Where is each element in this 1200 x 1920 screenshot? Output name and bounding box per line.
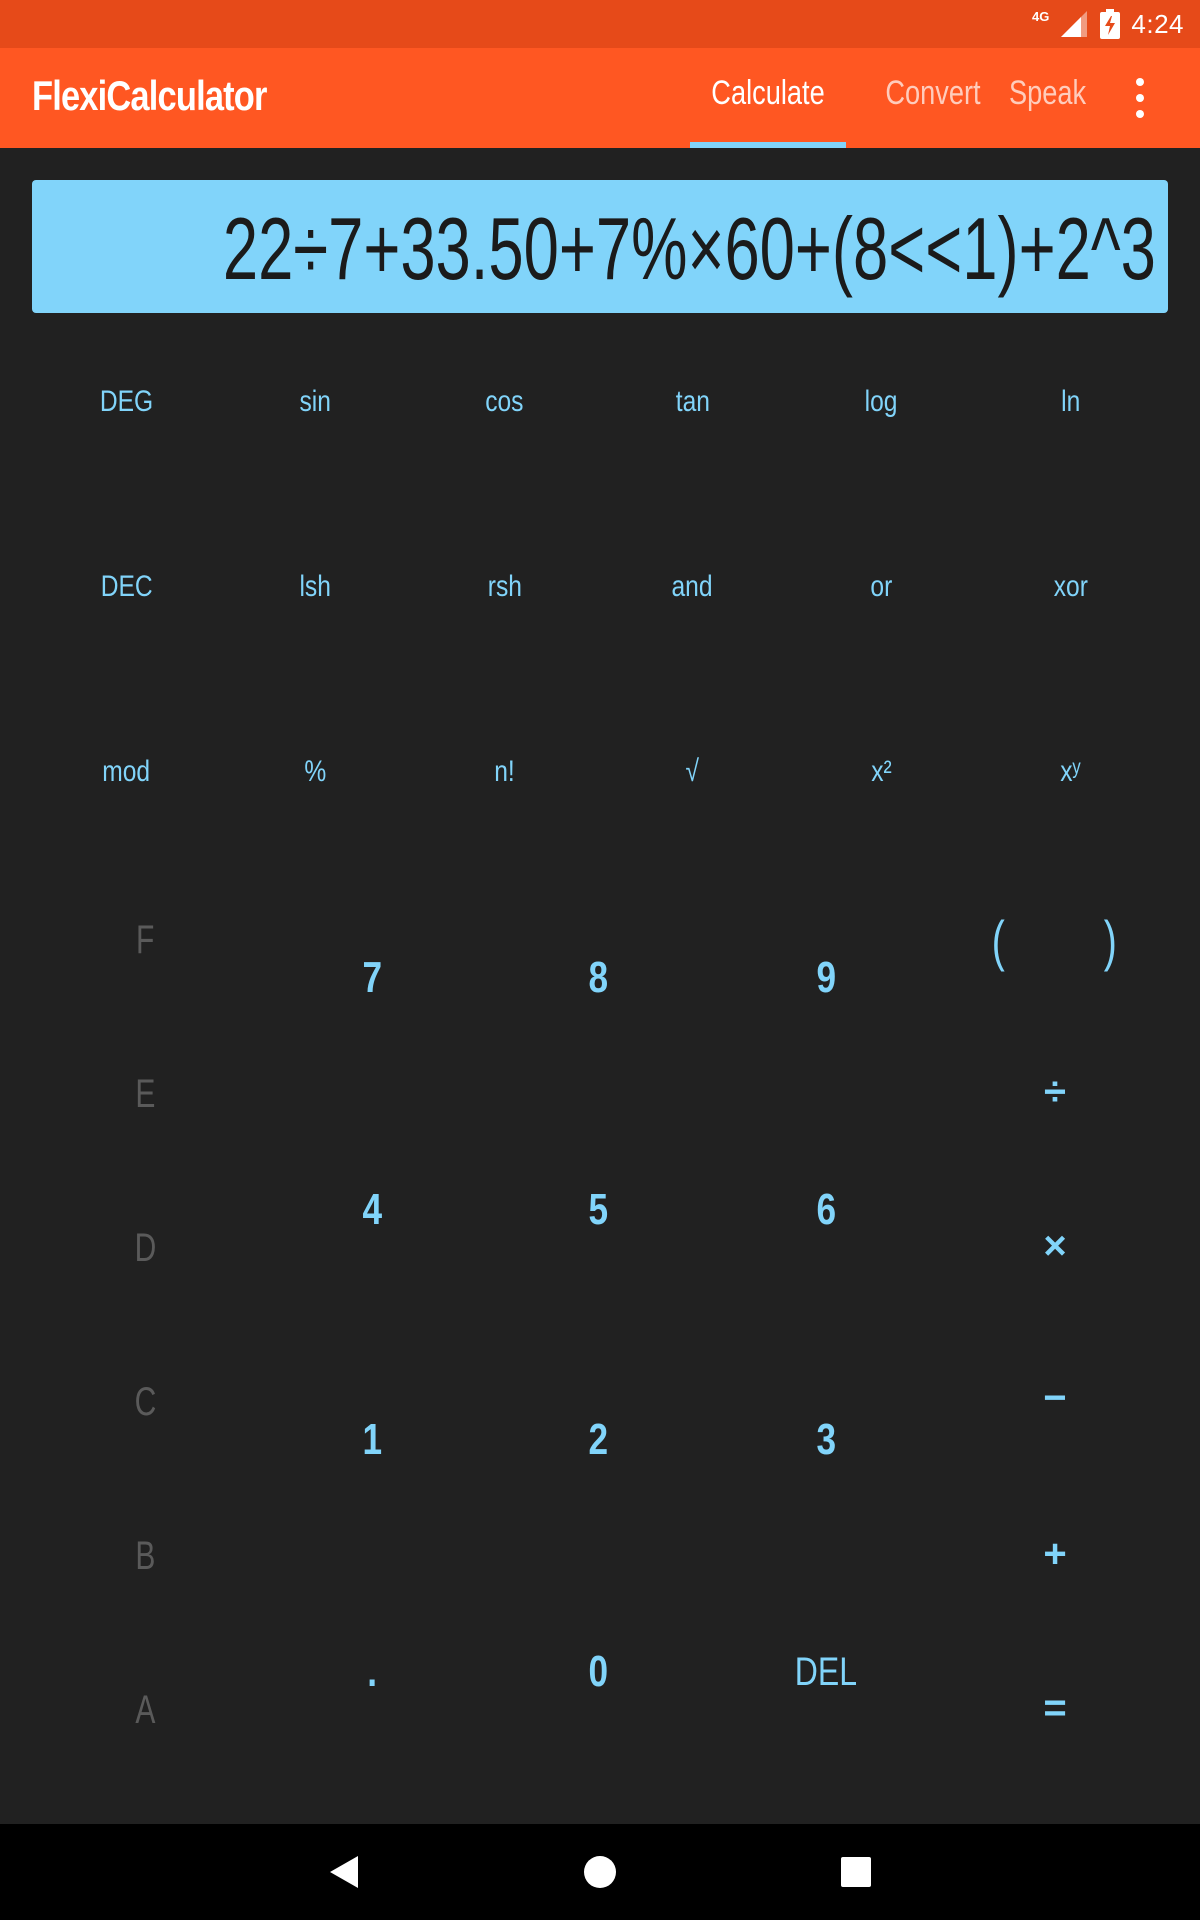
digit-2-button[interactable]: 2 bbox=[518, 1395, 678, 1485]
digit-0-button[interactable]: 0 bbox=[518, 1627, 678, 1717]
digit-3-button[interactable]: 3 bbox=[746, 1395, 906, 1485]
lsh-button[interactable]: lsh bbox=[221, 547, 410, 627]
recent-apps-icon[interactable] bbox=[836, 1852, 876, 1892]
mod-button[interactable]: mod bbox=[32, 732, 221, 812]
expression-display[interactable]: 22÷7+33.50+7%×60+(8<<1)+2^3 bbox=[32, 180, 1168, 313]
rsh-button[interactable]: rsh bbox=[410, 547, 599, 627]
digit-1-button[interactable]: 1 bbox=[292, 1395, 452, 1485]
or-button[interactable]: or bbox=[787, 547, 976, 627]
factorial-button[interactable]: n! bbox=[410, 732, 599, 812]
digit-6-button[interactable]: 6 bbox=[746, 1165, 906, 1255]
digit-7-button[interactable]: 7 bbox=[292, 933, 452, 1023]
sin-button[interactable]: sin bbox=[221, 362, 410, 442]
log-button[interactable]: log bbox=[787, 362, 976, 442]
tab-speak[interactable]: Speak bbox=[1009, 74, 1086, 113]
multiply-button[interactable]: × bbox=[985, 1206, 1125, 1286]
active-tab-indicator bbox=[690, 142, 846, 148]
app-title: FlexiCalculator bbox=[32, 72, 267, 119]
app-bar: FlexiCalculator Calculate Convert Speak bbox=[0, 48, 1200, 148]
dec-button[interactable]: DEC bbox=[32, 547, 221, 627]
close-paren-button[interactable]: ) bbox=[1080, 895, 1140, 985]
navigation-bar bbox=[0, 1824, 1200, 1920]
divide-button[interactable]: ÷ bbox=[985, 1052, 1125, 1132]
digit-5-button[interactable]: 5 bbox=[518, 1165, 678, 1255]
network-type-label: 4G bbox=[1032, 8, 1050, 24]
open-paren-button[interactable]: ( bbox=[968, 895, 1028, 985]
square-button[interactable]: x² bbox=[787, 732, 976, 812]
equals-button[interactable]: = bbox=[985, 1668, 1125, 1748]
expression-text: 22÷7+33.50+7%×60+(8<<1)+2^3 bbox=[223, 199, 1156, 298]
status-bar: 4G 4:24 bbox=[0, 0, 1200, 48]
hex-c-button[interactable]: C bbox=[80, 1362, 210, 1442]
decimal-point-button[interactable]: . bbox=[292, 1627, 452, 1717]
signal-icon bbox=[1061, 11, 1088, 37]
tab-calculate[interactable]: Calculate bbox=[706, 74, 831, 113]
more-options-icon[interactable] bbox=[1128, 78, 1152, 118]
hex-a-button[interactable]: A bbox=[80, 1670, 210, 1750]
battery-charging-icon bbox=[1100, 9, 1121, 39]
digit-4-button[interactable]: 4 bbox=[292, 1165, 452, 1255]
back-icon[interactable] bbox=[324, 1852, 364, 1892]
plus-button[interactable]: + bbox=[985, 1514, 1125, 1594]
home-icon[interactable] bbox=[580, 1852, 620, 1892]
clock: 4:24 bbox=[1131, 8, 1184, 39]
delete-button[interactable]: DEL bbox=[746, 1627, 906, 1717]
percent-button[interactable]: % bbox=[221, 732, 410, 812]
and-button[interactable]: and bbox=[598, 547, 787, 627]
ln-button[interactable]: ln bbox=[976, 362, 1165, 442]
power-button[interactable]: xʸ bbox=[976, 732, 1165, 812]
deg-button[interactable]: DEG bbox=[32, 362, 221, 442]
xor-button[interactable]: xor bbox=[976, 547, 1165, 627]
status-icons: 4G 4:24 bbox=[1032, 0, 1184, 48]
tab-convert[interactable]: Convert bbox=[873, 74, 993, 113]
hex-d-button[interactable]: D bbox=[80, 1208, 210, 1288]
hex-f-button[interactable]: F bbox=[80, 900, 210, 980]
minus-button[interactable]: − bbox=[985, 1358, 1125, 1438]
digit-9-button[interactable]: 9 bbox=[746, 933, 906, 1023]
cos-button[interactable]: cos bbox=[410, 362, 599, 442]
hex-b-button[interactable]: B bbox=[80, 1516, 210, 1596]
hex-e-button[interactable]: E bbox=[80, 1054, 210, 1134]
digit-8-button[interactable]: 8 bbox=[518, 933, 678, 1023]
tan-button[interactable]: tan bbox=[598, 362, 787, 442]
sqrt-button[interactable]: √ bbox=[598, 732, 787, 812]
